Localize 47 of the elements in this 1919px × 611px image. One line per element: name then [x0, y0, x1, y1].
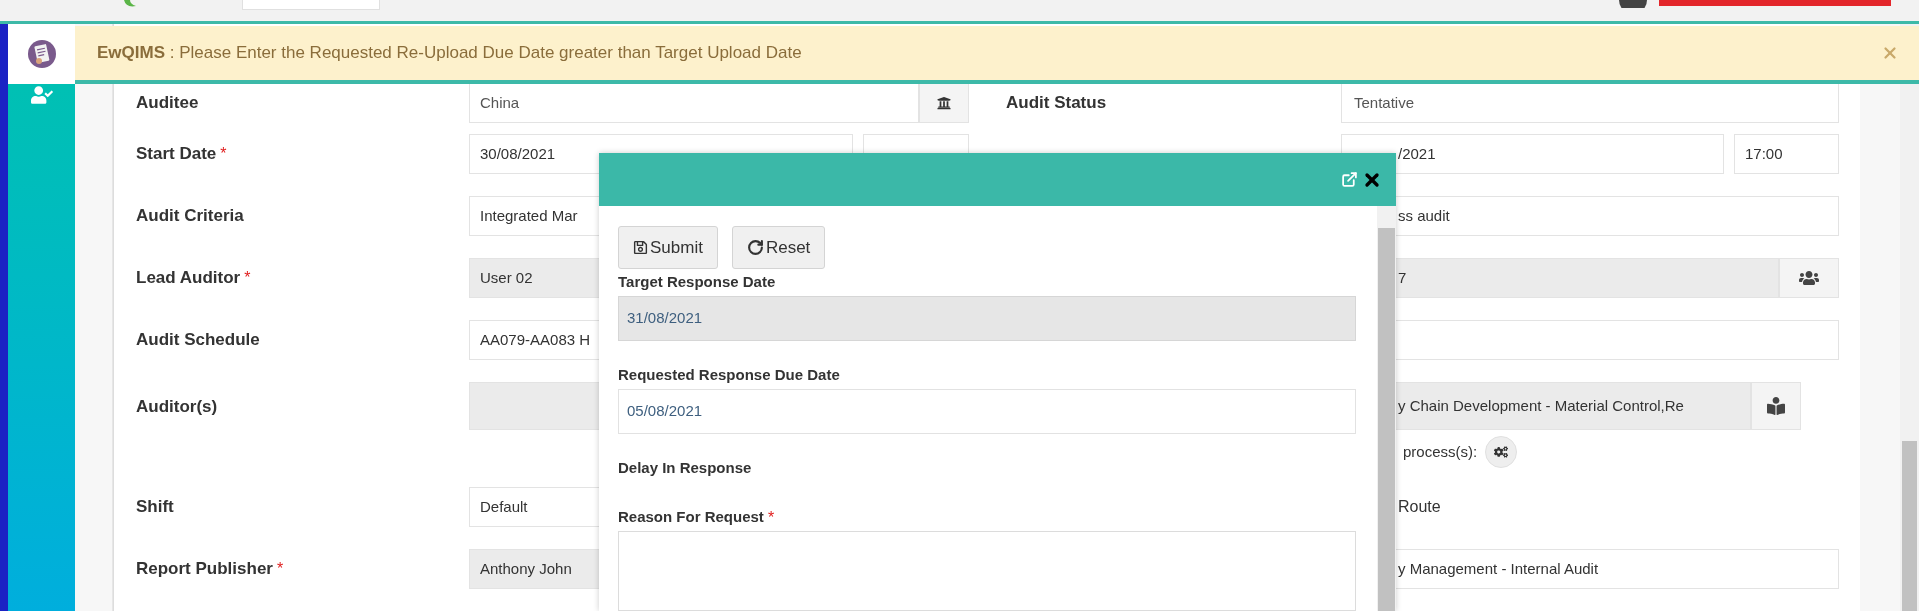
date-field[interactable]: 05/08/2021 — [618, 389, 1356, 434]
logo-drawing — [122, 0, 136, 8]
building-icon — [937, 96, 951, 110]
user-check-icon — [30, 84, 53, 106]
process-button[interactable] — [1751, 382, 1801, 431]
form-button[interactable]: Reset — [731, 226, 826, 269]
required-mark: * — [767, 507, 775, 528]
required-mark: * — [276, 558, 284, 579]
field-label: Target Response Date — [618, 272, 776, 293]
field-label: Reason For Request — [618, 507, 764, 528]
status-select[interactable]: Tentative — [1341, 83, 1839, 123]
people-button[interactable] — [1779, 258, 1839, 299]
field-label: Requested Response Due Date — [618, 365, 840, 386]
external-link-icon — [1341, 171, 1358, 188]
date-field[interactable]: /2021 — [1341, 133, 1724, 174]
field-label: Lead Auditor — [136, 267, 241, 290]
field-label: Audit Criteria — [136, 205, 244, 228]
field-label: Shift — [136, 496, 174, 519]
dialog-scrollbar[interactable] — [1377, 206, 1396, 611]
page-scrollbar[interactable] — [1900, 24, 1919, 611]
required-mark: * — [244, 268, 251, 289]
save-icon — [633, 240, 648, 255]
field-label: Audit Status — [1006, 92, 1107, 115]
field-label: Report Publisher — [136, 558, 273, 581]
field-label: Audit Schedule — [136, 329, 260, 352]
alert-message: EwQIMS : Please Enter the Requested Re-Upload Due Date greater than Target Upload Date — [97, 42, 802, 65]
sidebar-item[interactable] — [8, 24, 75, 84]
field-label: Auditor(s) — [136, 395, 218, 418]
document-icon — [26, 39, 57, 69]
required-mark: * — [220, 143, 227, 164]
gears-icon — [1494, 445, 1509, 460]
date-field[interactable]: 31/08/2021 — [618, 296, 1356, 341]
popout-button[interactable] — [1341, 171, 1358, 188]
field-label: Auditee — [136, 92, 199, 115]
process-label: process(s): — [1403, 442, 1478, 463]
lookup-button[interactable] — [919, 83, 969, 123]
reason-textarea[interactable] — [618, 531, 1356, 611]
settings-button[interactable] — [1485, 436, 1518, 469]
field-label: Start Date — [136, 143, 217, 166]
route-label: Route — [1398, 496, 1441, 517]
time-field[interactable]: 17:00 — [1734, 133, 1839, 174]
close-icon — [1881, 44, 1899, 62]
text-field[interactable]: China — [469, 83, 919, 123]
refresh-icon — [746, 239, 764, 256]
reader-icon — [1767, 397, 1785, 416]
form-button[interactable]: Submit — [618, 226, 718, 269]
field-label: Delay In Response — [618, 458, 752, 479]
